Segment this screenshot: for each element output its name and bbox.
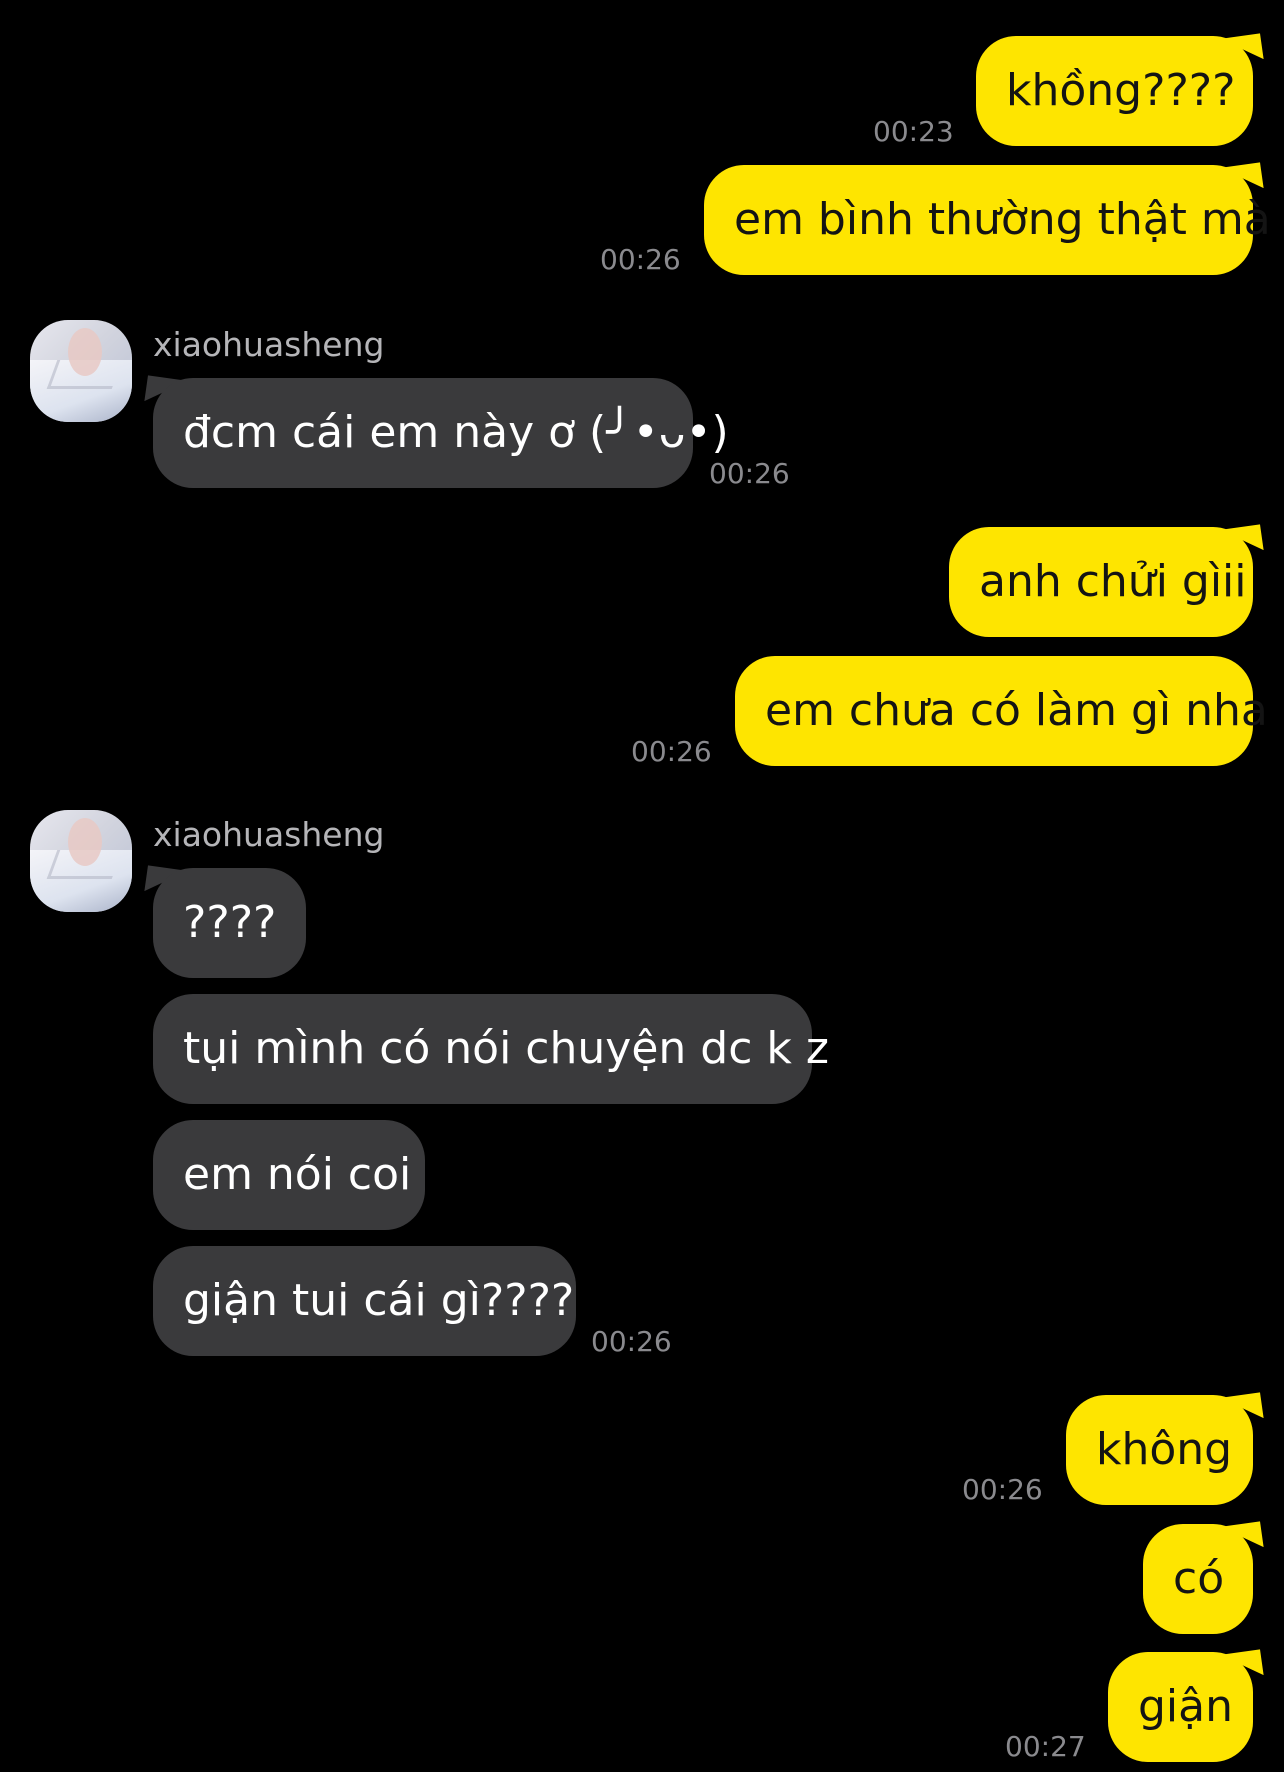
outgoing-message[interactable]: em chưa có làm gì nha — [735, 656, 1268, 766]
message-timestamp: 00:26 — [962, 1473, 1043, 1506]
message-text: khồng???? — [1006, 65, 1236, 116]
message-timestamp: 00:27 — [1005, 1730, 1086, 1763]
outgoing-message[interactable]: không — [1066, 1395, 1253, 1505]
contact-avatar[interactable] — [30, 320, 132, 422]
message-text: giận tui cái gì???? — [183, 1275, 575, 1326]
incoming-message[interactable]: đcm cái em này ơ (╯•ᴗ•) — [153, 378, 729, 488]
incoming-message[interactable]: tụi mình có nói chuyện dc k z — [153, 994, 829, 1104]
outgoing-message[interactable]: có — [1143, 1524, 1253, 1634]
message-text: không — [1096, 1424, 1233, 1475]
message-text: tụi mình có nói chuyện dc k z — [183, 1023, 829, 1074]
message-text: đcm cái em này ơ (╯•ᴗ•) — [183, 407, 729, 458]
sender-name: xiaohuasheng — [153, 815, 385, 854]
outgoing-message[interactable]: em bình thường thật mà — [704, 165, 1271, 275]
contact-avatar[interactable] — [30, 810, 132, 912]
message-text: anh chửi gìii — [979, 556, 1247, 607]
message-text: em bình thường thật mà — [734, 194, 1271, 245]
message-text: có — [1173, 1553, 1225, 1604]
outgoing-message[interactable]: anh chửi gìii — [949, 527, 1253, 637]
incoming-message[interactable]: ???? — [153, 868, 306, 978]
message-text: giận — [1138, 1681, 1234, 1732]
message-timestamp: 00:26 — [631, 735, 712, 768]
message-timestamp: 00:26 — [709, 457, 790, 490]
outgoing-message[interactable]: giận — [1108, 1652, 1253, 1762]
message-timestamp: 00:26 — [600, 243, 681, 276]
message-timestamp: 00:23 — [873, 115, 954, 148]
message-text: ???? — [183, 897, 277, 948]
incoming-message[interactable]: giận tui cái gì???? — [153, 1246, 576, 1356]
incoming-message[interactable]: em nói coi — [153, 1120, 425, 1230]
message-text: em nói coi — [183, 1149, 412, 1200]
message-timestamp: 00:26 — [591, 1325, 672, 1358]
outgoing-message[interactable]: khồng???? — [976, 36, 1253, 146]
sender-name: xiaohuasheng — [153, 325, 385, 364]
message-text: em chưa có làm gì nha — [765, 685, 1268, 736]
